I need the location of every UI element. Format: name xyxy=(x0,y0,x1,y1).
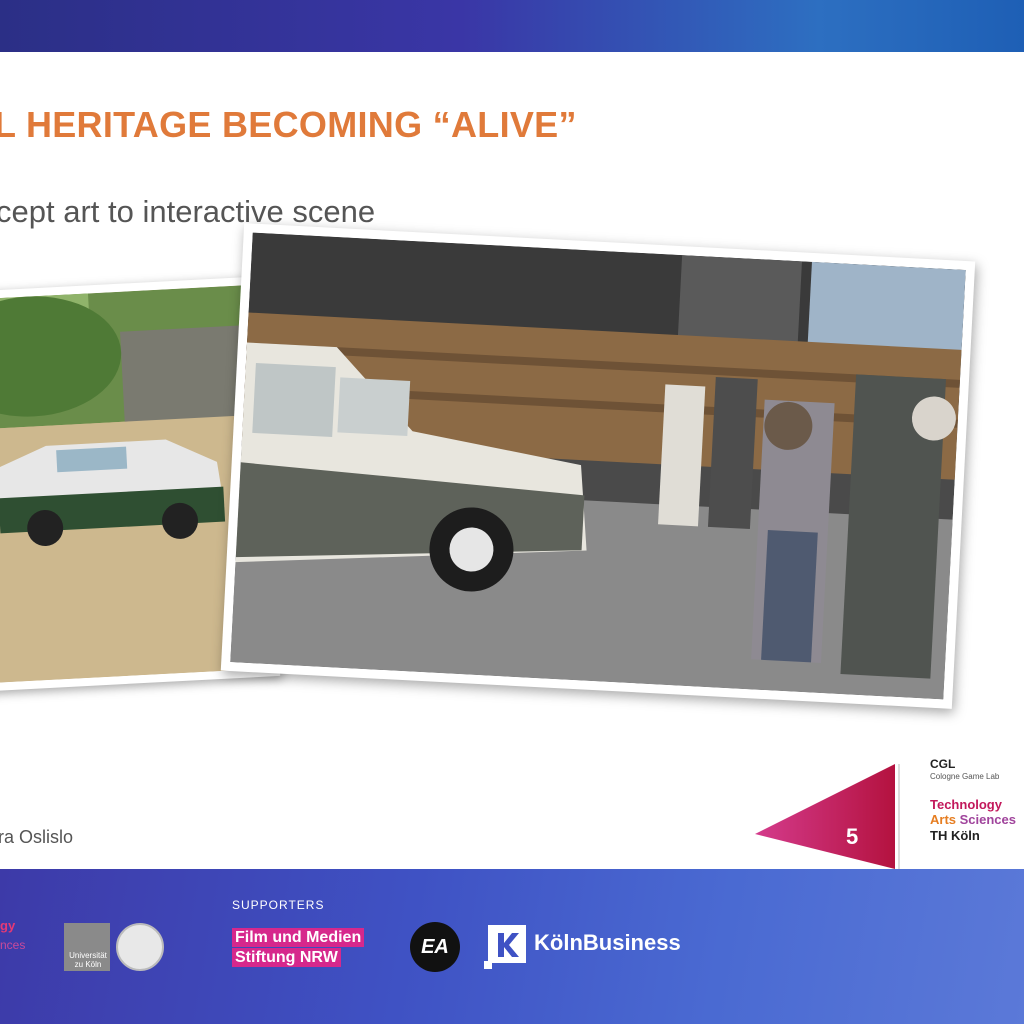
uni-koeln-text: Universität zu Köln xyxy=(64,951,112,969)
page-triangle xyxy=(755,764,895,869)
cgl-subtitle: Cologne Game Lab xyxy=(930,772,1000,781)
koelnbusiness-icon xyxy=(484,925,526,969)
logo-divider xyxy=(898,764,900,869)
partial-logo-line1: gy xyxy=(0,918,16,933)
cgl-logo: CGL xyxy=(930,757,956,771)
slide-subtitle: cept art to interactive scene xyxy=(0,194,376,229)
author-name: ra Oslislo xyxy=(0,827,74,847)
partial-logo-line2: nces xyxy=(0,938,26,952)
interactive-scene-photo xyxy=(220,223,976,709)
th-sciences: Sciences xyxy=(956,812,1017,827)
koelnbusiness-logo: KölnBusiness xyxy=(534,930,681,955)
slide: L HERITAGE BECOMING “ALIVE” cept art to … xyxy=(0,52,1024,869)
top-video-band xyxy=(0,0,1024,52)
interactive-scene-image xyxy=(230,232,966,700)
th-koeln-line2: Arts Sciences xyxy=(930,812,1016,827)
uni-seal-icon xyxy=(116,923,164,971)
film-stiftung-line2: Stiftung NRW xyxy=(232,948,341,967)
th-koeln-line1: Technology xyxy=(930,797,1002,812)
film-stiftung-line1: Film und Medien xyxy=(232,928,365,947)
uni-line1: Universität xyxy=(69,951,107,960)
page-number: 5 xyxy=(846,824,859,849)
supporters-label: SUPPORTERS xyxy=(232,898,325,912)
ea-logo: EA xyxy=(410,922,460,972)
uni-line2: zu Köln xyxy=(74,960,102,969)
th-koeln-line3: TH Köln xyxy=(930,828,980,843)
th-arts: Arts xyxy=(930,812,957,827)
slide-title: L HERITAGE BECOMING “ALIVE” xyxy=(0,104,577,145)
